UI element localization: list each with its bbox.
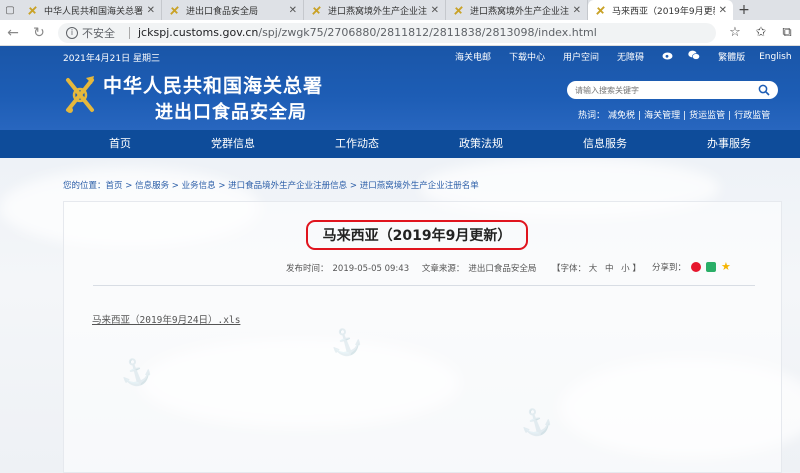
close-tab-icon[interactable]: ✕ — [719, 5, 727, 16]
attachment-link[interactable]: 马来西亚（2019年9月24日）.xls — [92, 312, 240, 326]
font-size-medium[interactable]: 中 — [605, 264, 614, 274]
publish-label: 发布时间： — [286, 264, 329, 274]
article-divider — [93, 285, 755, 286]
customs-favicon-icon — [452, 4, 464, 16]
traditional-chinese-link[interactable]: 繁體版 — [718, 50, 745, 63]
wechat-share-icon[interactable] — [706, 262, 717, 272]
breadcrumb-item[interactable]: 进口食品境外生产企业注册信息 — [228, 181, 347, 191]
close-tab-icon[interactable]: ✕ — [431, 5, 439, 16]
font-size-small[interactable]: 小 — [621, 264, 630, 274]
hot-words-label: 热词： — [578, 111, 606, 121]
english-link[interactable]: English — [759, 52, 792, 62]
hot-words: 热词： 减免税 | 海关管理 | 货运监管 | 行政监管 — [578, 111, 771, 121]
font-size-large[interactable]: 大 — [589, 264, 598, 274]
source-label: 文章来源： — [421, 264, 465, 274]
nav-item-home[interactable]: 首页 — [100, 130, 140, 158]
site-header: 2021年4月21日 星期三 海关电邮 下载中心 用户空间 无障碍 繁體版 En… — [0, 46, 800, 130]
customs-favicon-icon — [310, 4, 322, 16]
main-nav: 首页 党群信息 工作动态 政策法规 信息服务 办事服务 — [0, 130, 800, 158]
breadcrumb-label: 您的位置： — [63, 181, 106, 191]
top-links: 海关电邮 下载中心 用户空间 无障碍 繁體版 English — [455, 50, 800, 63]
font-size-control: 【字体： 大 中 小 】 — [552, 264, 641, 274]
refresh-icon[interactable]: ↻ — [26, 20, 52, 46]
site-title-line1: 中华人民共和国海关总署 — [103, 75, 324, 97]
site-search — [567, 81, 778, 99]
nav-item-services[interactable]: 办事服务 — [704, 130, 754, 158]
browser-tab-2[interactable]: 进出口食品安全局 ✕ — [162, 0, 304, 20]
nav-item-work[interactable]: 工作动态 — [332, 130, 382, 158]
close-tab-icon[interactable]: ✕ — [147, 5, 155, 16]
site-title-line2: 进出口食品安全局 — [155, 102, 307, 123]
url-divider — [129, 26, 130, 39]
search-icon[interactable] — [758, 84, 770, 96]
tab-label: 进口燕窝境外生产企业注册名单 — [470, 6, 569, 17]
top-link-email[interactable]: 海关电邮 — [455, 50, 491, 63]
top-link-accessibility[interactable]: 无障碍 — [617, 50, 644, 63]
publish-time: 2019-05-05 09:43 — [332, 264, 410, 274]
search-input[interactable] — [575, 85, 758, 95]
hot-word[interactable]: 海关管理 — [644, 111, 680, 121]
url-path: /spj/zwgk75/2706880/2811812/2811838/2813… — [258, 26, 597, 39]
breadcrumb-item[interactable]: 进口燕窝境外生产企业注册名单 — [360, 181, 479, 191]
browser-tab-4[interactable]: 进口燕窝境外生产企业注册名单 ✕ — [446, 0, 588, 20]
article-meta: 发布时间： 2019-05-05 09:43 文章来源： 进出口食品安全局 — [286, 262, 540, 274]
browser-tab-bar: ▢ 中华人民共和国海关总署 ✕ 进出口食品安全局 ✕ 进口燕窝境外生产企业注册名… — [0, 0, 800, 20]
browser-tab-active[interactable]: 马来西亚（2019年9月更新） ✕ — [588, 0, 733, 20]
favorite-star-icon[interactable]: ☆ — [722, 20, 748, 46]
nav-item-party[interactable]: 党群信息 — [208, 130, 258, 158]
nav-item-info[interactable]: 信息服务 — [580, 130, 630, 158]
share-label: 分享到： — [652, 263, 687, 273]
back-icon[interactable]: ← — [0, 20, 26, 46]
nav-item-policy[interactable]: 政策法规 — [456, 130, 506, 158]
weibo-share-icon[interactable] — [691, 262, 702, 272]
hot-word[interactable]: 行政监管 — [734, 111, 770, 121]
qzone-share-icon[interactable]: ★ — [721, 261, 731, 272]
breadcrumb-item[interactable]: 首页 — [106, 181, 123, 191]
favorites-icon[interactable]: ✩ — [748, 20, 774, 46]
article-title: 马来西亚（2019年9月更新） — [306, 220, 528, 250]
url-host: jckspj.customs.gov.cn — [138, 26, 259, 39]
share-bar: 分享到： ★ — [652, 261, 731, 273]
info-icon: i — [66, 26, 78, 39]
close-tab-icon[interactable]: ✕ — [573, 5, 581, 16]
customs-favicon-icon — [168, 4, 180, 16]
security-warning[interactable]: i 不安全 — [66, 25, 115, 41]
hot-word[interactable]: 货运监管 — [689, 111, 725, 121]
top-link-user-space[interactable]: 用户空间 — [563, 50, 599, 63]
article-source: 进出口食品安全局 — [468, 264, 537, 274]
browser-tab-3[interactable]: 进口燕窝境外生产企业注册名单 ✕ — [304, 0, 446, 20]
wechat-icon[interactable] — [688, 50, 700, 63]
hot-word[interactable]: 减免税 — [608, 111, 635, 121]
breadcrumb-item[interactable]: 信息服务 — [135, 181, 169, 191]
weibo-icon[interactable] — [662, 50, 674, 63]
top-link-download[interactable]: 下载中心 — [509, 50, 545, 63]
new-tab-button[interactable]: + — [733, 0, 755, 20]
customs-favicon-icon — [594, 4, 606, 16]
customs-emblem-icon — [62, 72, 98, 116]
collections-icon[interactable]: ⧉ — [774, 20, 800, 46]
breadcrumb: 您的位置：首页 > 信息服务 > 业务信息 > 进口食品境外生产企业注册信息 >… — [63, 181, 479, 191]
tab-label: 进出口食品安全局 — [186, 6, 259, 17]
customs-favicon-icon — [26, 4, 38, 16]
window-menu-icon[interactable]: ▢ — [0, 0, 20, 20]
tab-label: 进口燕窝境外生产企业注册名单 — [328, 6, 427, 17]
tab-label: 马来西亚（2019年9月更新） — [612, 6, 715, 17]
tab-label: 中华人民共和国海关总署 — [44, 6, 143, 17]
address-bar-row: ← ↻ i 不安全 jckspj.customs.gov.cn/spj/zwgk7… — [0, 20, 800, 46]
close-tab-icon[interactable]: ✕ — [289, 5, 297, 16]
url-field[interactable]: i 不安全 jckspj.customs.gov.cn/spj/zwgk75/27… — [58, 22, 716, 43]
header-date: 2021年4月21日 星期三 — [63, 54, 160, 64]
browser-tab-1[interactable]: 中华人民共和国海关总署 ✕ — [20, 0, 162, 20]
breadcrumb-item[interactable]: 业务信息 — [182, 181, 216, 191]
security-label: 不安全 — [82, 26, 115, 40]
